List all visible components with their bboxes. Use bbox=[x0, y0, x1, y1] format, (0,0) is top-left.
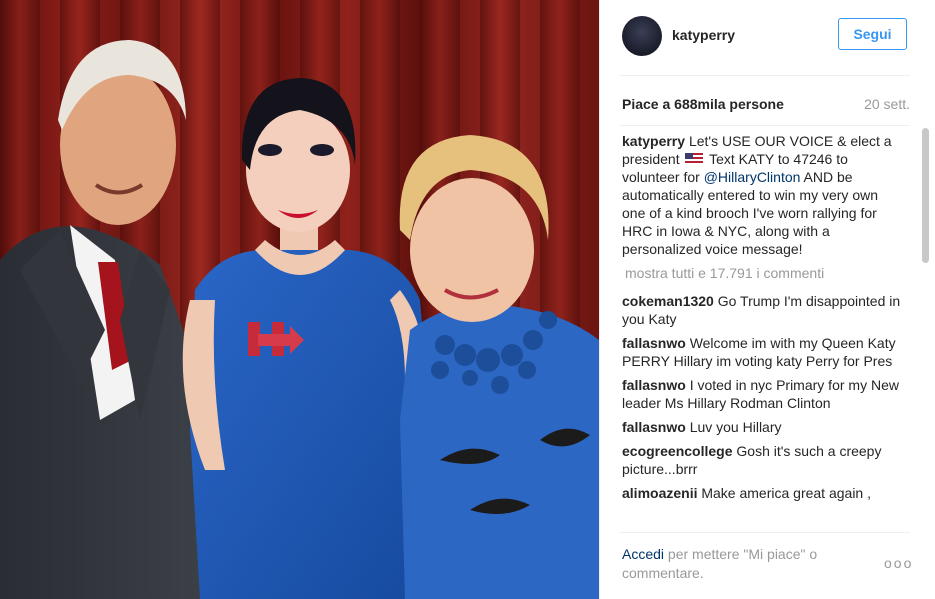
comment-username[interactable]: fallasnwo bbox=[622, 419, 686, 435]
comment-item: fallasnwo Luv you Hillary bbox=[622, 418, 904, 436]
photo-illustration bbox=[0, 0, 599, 599]
comment-username[interactable]: fallasnwo bbox=[622, 377, 686, 393]
more-options-icon[interactable]: ooo bbox=[884, 555, 913, 571]
login-link[interactable]: Accedi bbox=[622, 546, 664, 562]
comment-text: Luv you Hillary bbox=[689, 419, 782, 435]
comment-username[interactable]: ecogreencollege bbox=[622, 443, 733, 459]
comment-item: fallasnwo Welcome im with my Queen Katy … bbox=[622, 334, 904, 370]
likes-count[interactable]: Piace a 688mila persone bbox=[622, 96, 784, 112]
post-header: katyperry Segui bbox=[600, 0, 935, 75]
header-divider bbox=[620, 75, 910, 76]
login-prompt: Accedi per mettere "Mi piace" o commenta… bbox=[622, 545, 892, 583]
likes-divider bbox=[620, 125, 910, 126]
comments-list[interactable]: katyperry Let's USE OUR VOICE & elect a … bbox=[622, 132, 904, 526]
comment-username[interactable]: fallasnwo bbox=[622, 335, 686, 351]
username-link[interactable]: katyperry bbox=[672, 27, 735, 43]
comment-item: alimoazenii Make america great again , bbox=[622, 484, 904, 502]
comment-item: ecogreencollege Gosh it's such a creepy … bbox=[622, 442, 904, 478]
comment-username[interactable]: alimoazenii bbox=[622, 485, 697, 501]
footer-divider bbox=[620, 532, 910, 533]
comments-scrollbar[interactable] bbox=[922, 128, 929, 263]
flag-us-icon bbox=[685, 153, 704, 165]
post-age[interactable]: 20 sett. bbox=[864, 96, 910, 112]
caption-mention[interactable]: @HillaryClinton bbox=[704, 169, 801, 185]
follow-button[interactable]: Segui bbox=[838, 18, 907, 50]
post-side-panel: katyperry Segui Piace a 688mila persone … bbox=[599, 0, 935, 599]
show-all-comments-link[interactable]: mostra tutti e 17.791 i commenti bbox=[625, 264, 904, 282]
comment-item: cokeman1320 Go Trump I'm disappointed in… bbox=[622, 292, 904, 328]
instagram-post: katyperry Segui Piace a 688mila persone … bbox=[0, 0, 935, 599]
comment-username[interactable]: cokeman1320 bbox=[622, 293, 714, 309]
caption: katyperry Let's USE OUR VOICE & elect a … bbox=[622, 132, 904, 258]
comment-text: Make america great again , bbox=[701, 485, 871, 501]
comment-item: fallasnwo I voted in nyc Primary for my … bbox=[622, 376, 904, 412]
caption-username[interactable]: katyperry bbox=[622, 133, 685, 149]
post-photo[interactable] bbox=[0, 0, 599, 599]
avatar[interactable] bbox=[622, 16, 662, 56]
